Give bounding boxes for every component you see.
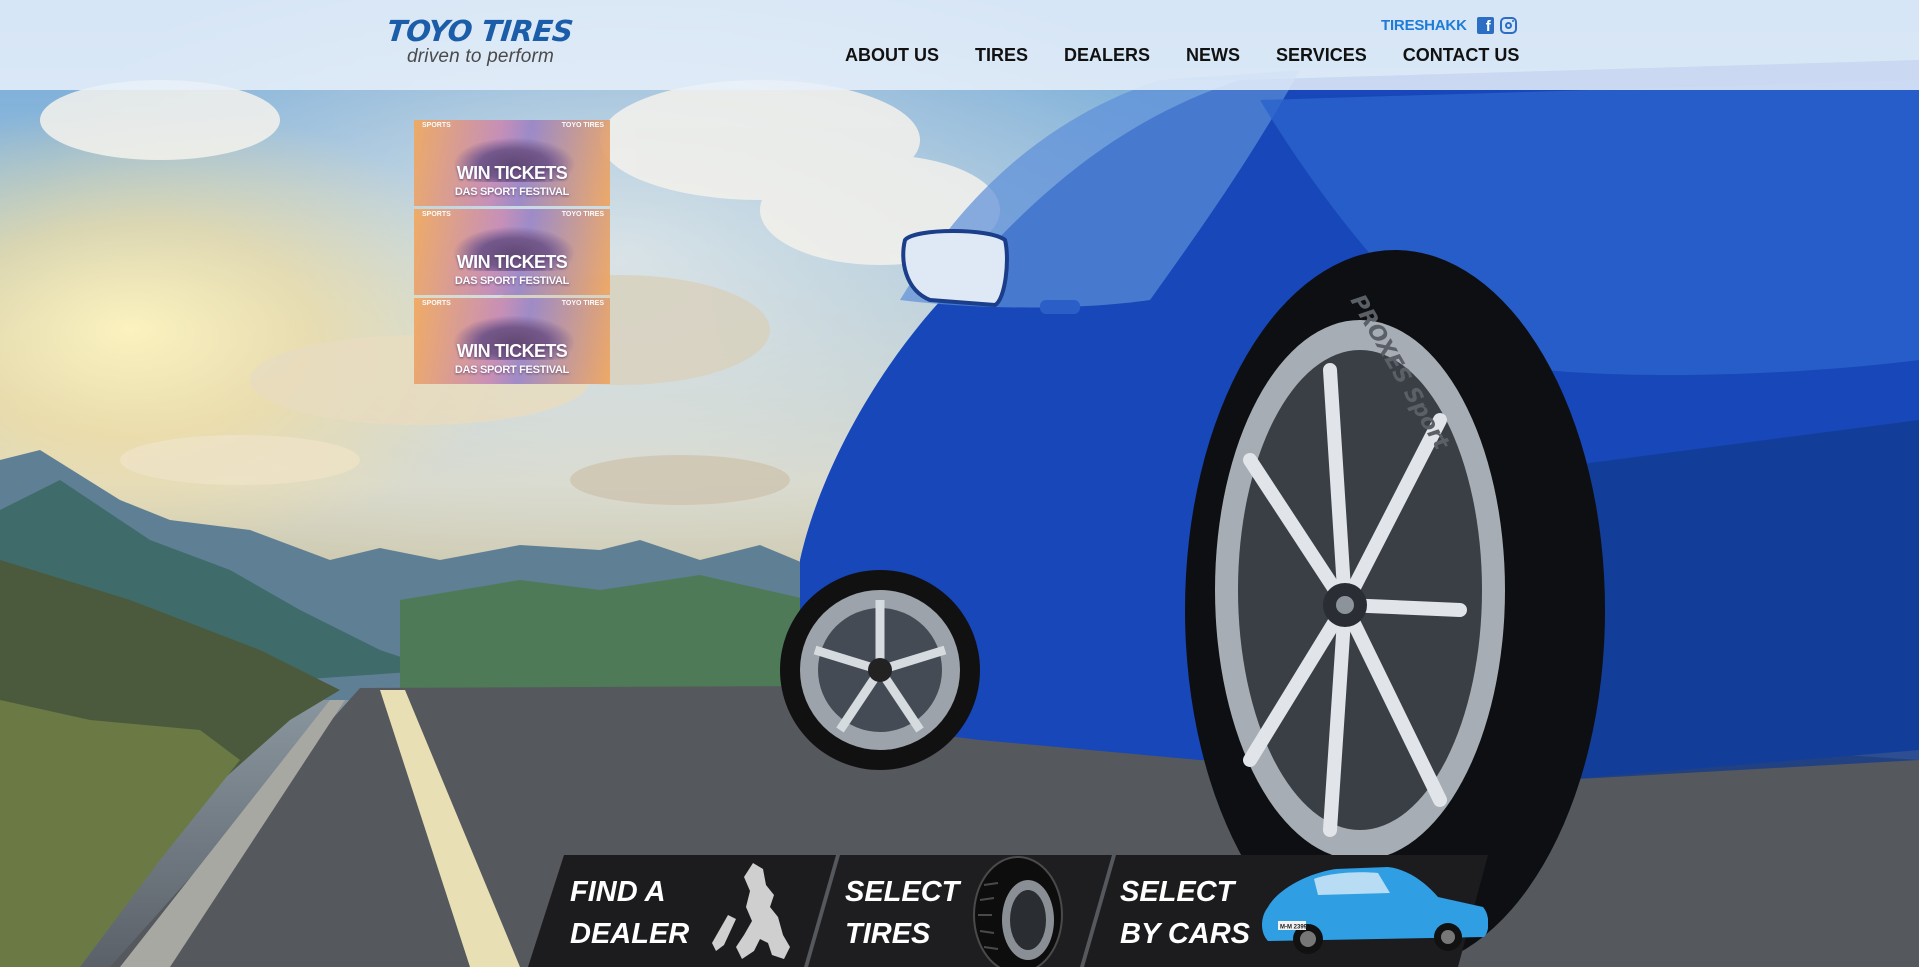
promo-brand-label: TOYO TIRES: [561, 300, 604, 307]
nav-tires[interactable]: TIRES: [975, 45, 1028, 66]
promo-title: WIN TICKETS: [456, 252, 568, 272]
promo-banner[interactable]: SPORTS TOYO TIRES WIN TICKETS DAS SPORT …: [414, 298, 610, 384]
find-a-dealer-line2: DEALER: [570, 918, 690, 950]
car-plate-text: M-M 2399: [1280, 925, 1308, 931]
nav-dealers[interactable]: DEALERS: [1064, 45, 1150, 66]
select-by-cars-line1: SELECT: [1120, 876, 1235, 908]
select-by-cars-line2: BY CARS: [1120, 918, 1250, 950]
hero-background: PROXES Sport: [0, 0, 1919, 967]
select-tires-line2: TIRES: [845, 918, 931, 950]
promo-brand-label: TOYO TIRES: [561, 211, 604, 218]
promo-sponsor-label: SPORTS: [422, 211, 451, 218]
find-a-dealer-link[interactable]: FIND A DEALER: [570, 871, 689, 955]
social-links: TIRESHAKK f: [1381, 17, 1517, 34]
select-by-cars-link[interactable]: SELECT BY CARS: [1120, 871, 1250, 955]
promo-subtitle: DAS SPORT FESTIVAL: [454, 275, 570, 287]
instagram-icon[interactable]: [1499, 17, 1517, 34]
mid-hills: [400, 575, 810, 690]
promo-title: WIN TICKETS: [456, 163, 568, 183]
promo-title: WIN TICKETS: [456, 341, 568, 361]
nav-services[interactable]: SERVICES: [1276, 45, 1367, 66]
site-header: TOYO TIRES driven to perform TIRESHAKK f…: [0, 0, 1919, 90]
promo-subtitle: DAS SPORT FESTIVAL: [454, 364, 570, 376]
find-a-dealer-line1: FIND A: [570, 876, 666, 908]
logo-tagline: driven to perform: [407, 46, 555, 67]
main-nav: ABOUT US TIRES DEALERS NEWS SERVICES CON…: [845, 45, 1519, 66]
promo-sponsor-label: SPORTS: [422, 122, 451, 129]
promo-banner[interactable]: SPORTS TOYO TIRES WIN TICKETS DAS SPORT …: [414, 209, 610, 295]
tireshakk-link[interactable]: TIRESHAKK: [1381, 17, 1467, 34]
promo-brand-label: TOYO TIRES: [561, 122, 604, 129]
quick-links-bar: M-M 2399 FIND A DEALER SELECT TIRES SELE…: [528, 855, 1488, 967]
facebook-icon[interactable]: f: [1476, 17, 1494, 34]
promo-subtitle: DAS SPORT FESTIVAL: [454, 186, 570, 198]
logo-wordmark: TOYO TIRES: [385, 14, 575, 48]
hero-scene: PROXES Sport: [0, 60, 1919, 967]
toyo-tires-logo[interactable]: TOYO TIRES driven to perform: [385, 14, 587, 72]
tire-icon: [973, 856, 1063, 967]
select-tires-link[interactable]: SELECT TIRES: [845, 871, 959, 955]
promo-sponsor-label: SPORTS: [422, 300, 451, 307]
nav-about-us[interactable]: ABOUT US: [845, 45, 939, 66]
select-tires-line1: SELECT: [845, 876, 960, 908]
nav-news[interactable]: NEWS: [1186, 45, 1240, 66]
nav-contact-us[interactable]: CONTACT US: [1403, 45, 1520, 66]
promo-banners: SPORTS TOYO TIRES WIN TICKETS DAS SPORT …: [414, 120, 610, 387]
promo-banner[interactable]: SPORTS TOYO TIRES WIN TICKETS DAS SPORT …: [414, 120, 610, 206]
